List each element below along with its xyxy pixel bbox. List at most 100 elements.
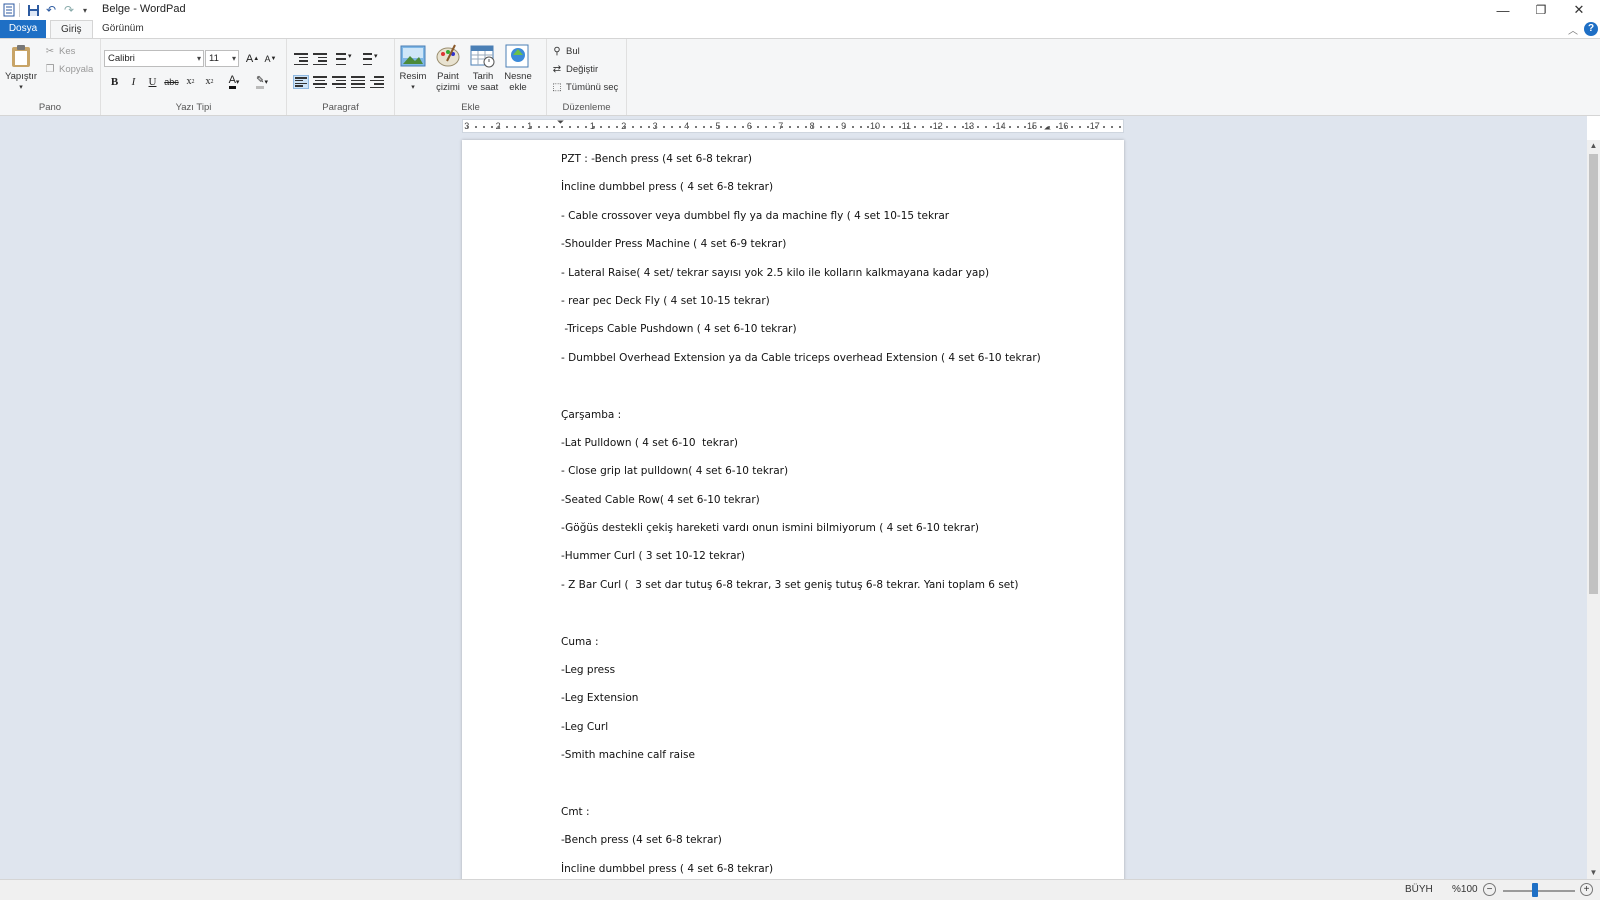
- replace-icon: ⇄: [552, 63, 562, 75]
- replace-label: Değiştir: [566, 63, 599, 75]
- save-icon[interactable]: [26, 3, 40, 17]
- paragraph-group-label: Paragraf: [322, 102, 359, 113]
- ruler-tick: [883, 126, 886, 128]
- scrollbar-thumb[interactable]: [1589, 154, 1598, 594]
- align-left-button[interactable]: [293, 75, 309, 89]
- ruler-tick: [474, 126, 477, 128]
- justify-button[interactable]: [350, 75, 366, 89]
- tab-view[interactable]: Görünüm: [92, 20, 154, 38]
- increase-indent-icon[interactable]: [312, 52, 328, 66]
- ruler-tick: [686, 126, 689, 128]
- replace-button[interactable]: ⇄ Değiştir: [551, 63, 598, 75]
- ruler-tick: [639, 126, 642, 128]
- paste-dropdown-icon[interactable]: ▾: [19, 82, 23, 93]
- first-line-indent-marker[interactable]: ⏷: [557, 117, 564, 128]
- ruler-tick: [1095, 126, 1097, 128]
- zoom-out-button[interactable]: −: [1483, 883, 1496, 896]
- object-label-line2: ekle: [509, 82, 527, 93]
- document-line: - rear pec Deck Fly ( 4 set 10-15 tekrar…: [561, 294, 770, 307]
- subscript-button[interactable]: x2: [182, 73, 199, 90]
- font-size-value: 11: [209, 53, 219, 64]
- customize-dropdown-icon[interactable]: ▾: [80, 3, 90, 17]
- line-spacing-icon[interactable]: [357, 52, 373, 66]
- editing-group: ⚲ Bul ⇄ Değiştir ⬚ Tümünü seç Düzenleme: [547, 39, 627, 115]
- date-time-button[interactable]: Tarih ve saat: [466, 43, 500, 93]
- right-indent-marker[interactable]: ⏶: [1044, 123, 1051, 134]
- scroll-down-icon[interactable]: ▼: [1587, 867, 1600, 879]
- chevron-down-icon: ▾: [231, 54, 236, 63]
- ruler-tick: [1000, 126, 1003, 128]
- italic-button[interactable]: I: [125, 73, 142, 90]
- document-line: Cuma :: [561, 635, 599, 648]
- paint-label-line1: Paint: [437, 71, 459, 82]
- text-color-button[interactable]: A ▾: [222, 73, 246, 90]
- help-icon[interactable]: ?: [1584, 22, 1598, 36]
- copy-label: Kopyala: [59, 63, 94, 75]
- align-center-button[interactable]: [312, 75, 328, 89]
- ruler-tick: [1102, 126, 1105, 128]
- paste-button[interactable]: Yapıştır ▾: [4, 43, 38, 93]
- ruler-tick: [1071, 126, 1074, 128]
- restore-button[interactable]: ❐: [1522, 0, 1560, 20]
- tab-home[interactable]: Giriş: [50, 20, 93, 38]
- minimize-button[interactable]: —: [1484, 0, 1522, 20]
- ruler-tick: [922, 126, 925, 128]
- bold-button[interactable]: B: [106, 73, 123, 90]
- picture-dropdown-icon[interactable]: ▾: [411, 82, 415, 93]
- ruler-tick: [1024, 126, 1027, 128]
- zoom-in-button[interactable]: +: [1580, 883, 1593, 896]
- ruler-tick: [733, 126, 736, 128]
- select-all-label: Tümünü seç: [566, 81, 619, 93]
- ruler-tick: [828, 126, 831, 128]
- strikethrough-button[interactable]: abc: [163, 73, 180, 90]
- font-family-select[interactable]: Calibri ▾: [104, 50, 204, 67]
- cut-button[interactable]: ✂ Kes: [44, 45, 76, 57]
- collapse-ribbon-icon[interactable]: ︿: [1568, 22, 1578, 37]
- chevron-down-icon[interactable]: ▾: [374, 52, 378, 60]
- document-line: - Lateral Raise( 4 set/ tekrar sayısı yo…: [561, 266, 990, 279]
- object-icon: [505, 44, 529, 68]
- ruler-tick: [521, 126, 524, 128]
- scissors-icon: ✂: [45, 45, 55, 57]
- shrink-font-icon[interactable]: A ▼: [262, 50, 279, 67]
- grow-font-icon[interactable]: A ▲: [244, 50, 261, 67]
- copy-button[interactable]: ❐ Kopyala: [44, 63, 94, 75]
- paragraph-settings-icon[interactable]: [369, 75, 385, 89]
- paint-drawing-button[interactable]: Paint çizimi: [431, 43, 465, 93]
- select-all-button[interactable]: ⬚ Tümünü seç: [551, 81, 618, 93]
- ruler-tick: [616, 126, 619, 128]
- datetime-label-line1: Tarih: [472, 71, 494, 82]
- ruler-tick: [545, 126, 548, 128]
- insert-object-button[interactable]: Nesne ekle: [501, 43, 535, 93]
- ruler-tick: [1110, 126, 1113, 128]
- align-right-button[interactable]: [331, 75, 347, 89]
- paint-label-line2: çizimi: [436, 82, 460, 93]
- tab-file[interactable]: Dosya: [0, 20, 46, 38]
- superscript-button[interactable]: x2: [201, 73, 218, 90]
- find-button[interactable]: ⚲ Bul: [551, 45, 579, 57]
- ruler-tick: [930, 126, 933, 128]
- font-size-select[interactable]: 11 ▾: [205, 50, 239, 67]
- zoom-slider[interactable]: [1503, 890, 1575, 892]
- bullet-list-icon[interactable]: [331, 52, 347, 66]
- window-title: Belge - WordPad: [102, 3, 186, 15]
- zoom-slider-thumb[interactable]: [1531, 883, 1538, 897]
- highlight-color-button[interactable]: ✎ ▾: [250, 73, 274, 90]
- close-button[interactable]: ✕: [1560, 0, 1598, 20]
- decrease-indent-icon[interactable]: [293, 52, 309, 66]
- ruler[interactable]: 3211234567891011121314151617⏷⏶: [462, 117, 1124, 134]
- scroll-up-icon[interactable]: ▲: [1587, 140, 1600, 152]
- ruler-tick: [710, 126, 713, 128]
- redo-icon[interactable]: ↷: [62, 3, 76, 17]
- wordpad-app-icon[interactable]: [2, 3, 16, 17]
- document-page[interactable]: PZT : -Bench press (4 set 6-8 tekrar) İnc…: [462, 140, 1124, 879]
- ruler-tick: [490, 126, 493, 128]
- insert-picture-button[interactable]: Resim ▾: [396, 43, 430, 93]
- underline-button[interactable]: U: [144, 73, 161, 90]
- chevron-down-icon[interactable]: ▾: [348, 52, 352, 60]
- document-text[interactable]: PZT : -Bench press (4 set 6-8 tekrar) İnc…: [561, 152, 1101, 879]
- ruler-tick: [914, 126, 917, 128]
- undo-icon[interactable]: ↶: [44, 3, 58, 17]
- font-group: Calibri ▾ 11 ▾ A ▲ A ▼ B I U abc x2 x2 A ▾ …: [101, 39, 287, 115]
- vertical-scrollbar[interactable]: ▲ ▼: [1587, 140, 1600, 879]
